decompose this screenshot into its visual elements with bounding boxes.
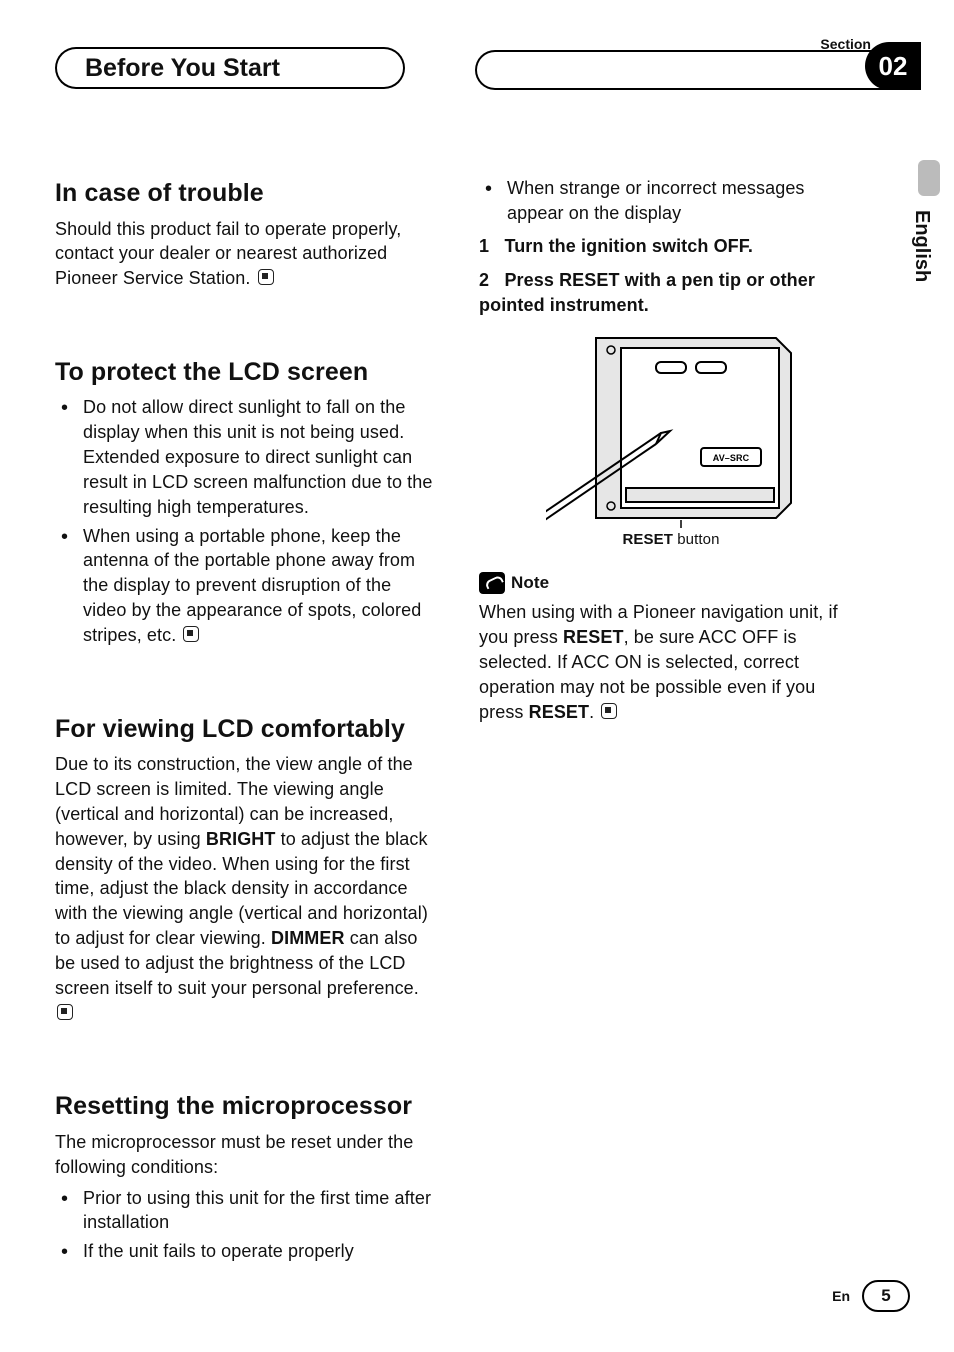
- svg-text:AV–SRC: AV–SRC: [713, 453, 750, 463]
- heading-reset: Resetting the microprocessor: [55, 1089, 439, 1124]
- section-tab: Section 02: [475, 40, 899, 96]
- end-mark-icon: [57, 1004, 73, 1020]
- language-label: English: [910, 210, 933, 282]
- reset-diagram-svg: AV–SRC: [546, 328, 796, 528]
- chapter-tab: Before You Start: [55, 48, 405, 88]
- note-body: When using with a Pioneer navigation uni…: [479, 600, 863, 724]
- left-column: In case of trouble Should this product f…: [55, 176, 439, 1270]
- body-viewing: Due to its construction, the view angle …: [55, 752, 439, 1025]
- reset-list: Prior to using this unit for the first t…: [55, 1186, 439, 1264]
- body-trouble: Should this product fail to operate prop…: [55, 217, 439, 291]
- page-header: Before You Start Section 02: [55, 40, 899, 96]
- note-header: Note: [479, 571, 863, 594]
- heading-protect: To protect the LCD screen: [55, 355, 439, 390]
- page-number: 5: [862, 1280, 910, 1312]
- protect-list: Do not allow direct sunlight to fall on …: [55, 395, 439, 647]
- pencil-icon: [479, 572, 505, 594]
- footer-lang: En: [832, 1288, 850, 1304]
- language-tab: English: [916, 160, 940, 320]
- end-mark-icon: [258, 269, 274, 285]
- heading-trouble: In case of trouble: [55, 176, 439, 211]
- end-mark-icon: [183, 626, 199, 642]
- list-item: Prior to using this unit for the first t…: [55, 1186, 439, 1236]
- reset-intro: The microprocessor must be reset under t…: [55, 1130, 439, 1180]
- section-number-badge: 02: [865, 42, 921, 90]
- right-column: When strange or incorrect messages appea…: [479, 176, 863, 1270]
- page-footer: En 5: [832, 1280, 910, 1312]
- end-mark-icon: [601, 703, 617, 719]
- reset-list-continued: When strange or incorrect messages appea…: [479, 176, 863, 226]
- reset-figure: AV–SRC RESET button: [541, 328, 801, 551]
- note-title: Note: [511, 571, 549, 594]
- list-item: When strange or incorrect messages appea…: [479, 176, 863, 226]
- list-item: Do not allow direct sunlight to fall on …: [55, 395, 439, 519]
- heading-viewing: For viewing LCD comfortably: [55, 712, 439, 747]
- chapter-title: Before You Start: [77, 47, 383, 89]
- step-2: 2 Press RESET with a pen tip or other po…: [479, 268, 863, 318]
- list-item: If the unit fails to operate properly: [55, 1239, 439, 1264]
- list-item: When using a portable phone, keep the an…: [55, 524, 439, 648]
- figure-caption: RESET button: [541, 530, 801, 551]
- step-1: 1 Turn the ignition switch OFF.: [479, 234, 863, 259]
